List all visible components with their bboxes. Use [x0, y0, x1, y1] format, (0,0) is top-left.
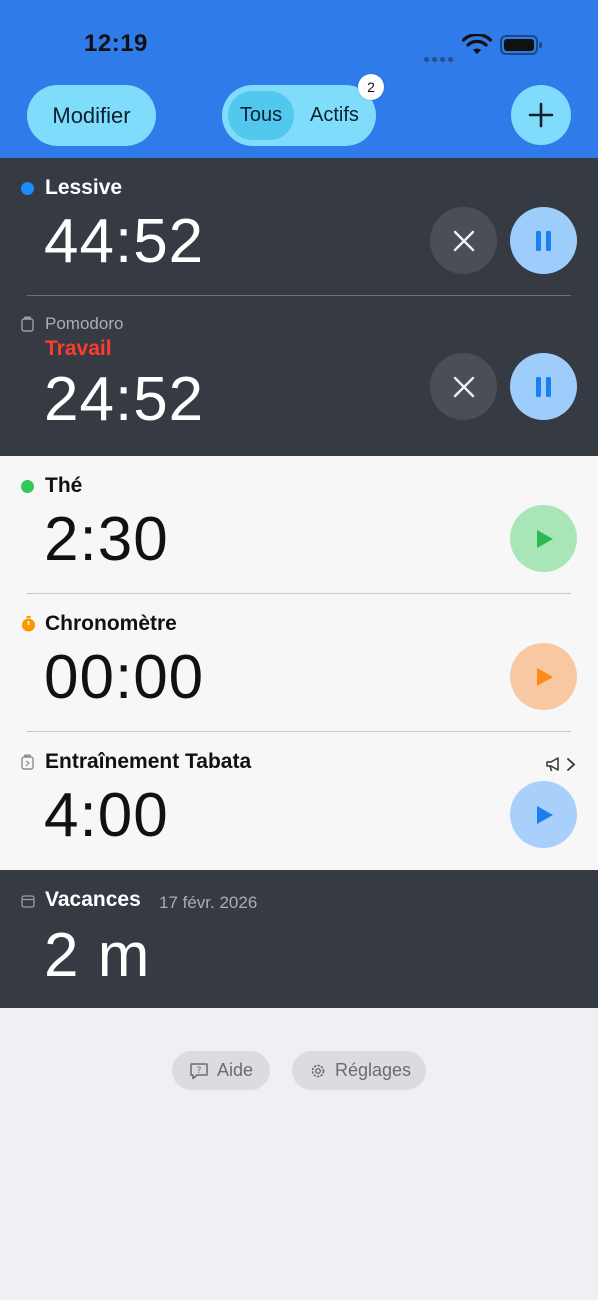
header-bar: 12:19 Modifier Tous Actifs 2: [0, 0, 598, 158]
calendar-icon: [21, 895, 35, 908]
pause-icon: [535, 376, 551, 397]
chevron-right-icon[interactable]: [566, 757, 576, 772]
timer-time: 44:52: [44, 207, 205, 276]
gear-icon: [311, 1064, 325, 1077]
timer-color-dot: [21, 480, 34, 493]
svg-text:?: ?: [197, 1066, 202, 1076]
play-icon: [536, 529, 553, 548]
timer-time: 4:00: [44, 781, 169, 850]
plus-icon: [528, 102, 554, 128]
status-time: 12:19: [84, 30, 148, 57]
pause-icon: [535, 230, 551, 251]
timer-row-stopwatch[interactable]: Chronomètre 00:00: [0, 594, 598, 732]
wifi-icon: [462, 34, 492, 54]
timer-time: 24:52: [44, 365, 205, 434]
add-timer-button[interactable]: [511, 85, 571, 145]
timer-row-lessive[interactable]: Lessive 44:52: [0, 158, 598, 296]
active-count-badge: 2: [358, 74, 384, 100]
play-icon: [536, 805, 553, 824]
close-icon: [453, 376, 474, 397]
timer-name: Chronomètre: [45, 612, 177, 635]
countdown-remaining: 2 m: [44, 921, 151, 990]
timer-row-pomodoro[interactable]: Pomodoro Travail 24:52: [0, 296, 598, 456]
close-icon: [453, 230, 474, 251]
cancel-timer-button[interactable]: [430, 207, 497, 274]
help-label: Aide: [217, 1060, 254, 1080]
settings-label: Réglages: [335, 1060, 412, 1080]
stopwatch-icon: [22, 616, 35, 632]
pause-timer-button[interactable]: [510, 353, 577, 420]
timer-name: Lessive: [45, 176, 123, 199]
start-timer-button[interactable]: [510, 781, 577, 848]
help-button[interactable]: ? Aide: [172, 1051, 270, 1090]
start-timer-button[interactable]: [510, 505, 577, 572]
timer-time: 2:30: [44, 505, 169, 574]
cellular-signal-icon: [424, 49, 456, 62]
cancel-timer-button[interactable]: [430, 353, 497, 420]
pomodoro-icon: [21, 316, 34, 332]
timer-row-vacances[interactable]: Vacances 17 févr. 2026 2 m: [0, 870, 598, 1008]
interval-timer-icon: [21, 754, 34, 770]
filter-segmented-control: Tous Actifs: [222, 85, 376, 146]
play-icon: [536, 667, 553, 686]
segment-all[interactable]: Tous: [228, 91, 294, 140]
timer-name: Entraînement Tabata: [45, 750, 252, 773]
help-bubble-icon: ?: [190, 1062, 208, 1079]
segment-active[interactable]: Actifs: [310, 85, 359, 146]
timer-row-tabata[interactable]: Entraînement Tabata 4:00: [0, 732, 598, 870]
edit-button[interactable]: Modifier: [27, 85, 156, 146]
announcement-icon: [546, 757, 559, 772]
start-stopwatch-button[interactable]: [510, 643, 577, 710]
timer-time: 00:00: [44, 643, 205, 712]
timer-phase: Travail: [45, 337, 112, 360]
pause-timer-button[interactable]: [510, 207, 577, 274]
timer-name: Thé: [45, 474, 83, 497]
battery-icon: [500, 35, 542, 55]
timer-row-the[interactable]: Thé 2:30: [0, 456, 598, 594]
timer-kind: Pomodoro: [45, 314, 124, 333]
timer-color-dot: [21, 182, 34, 195]
countdown-date: 17 févr. 2026: [159, 893, 258, 912]
settings-button[interactable]: Réglages: [292, 1051, 426, 1090]
timer-name: Vacances: [45, 888, 141, 911]
